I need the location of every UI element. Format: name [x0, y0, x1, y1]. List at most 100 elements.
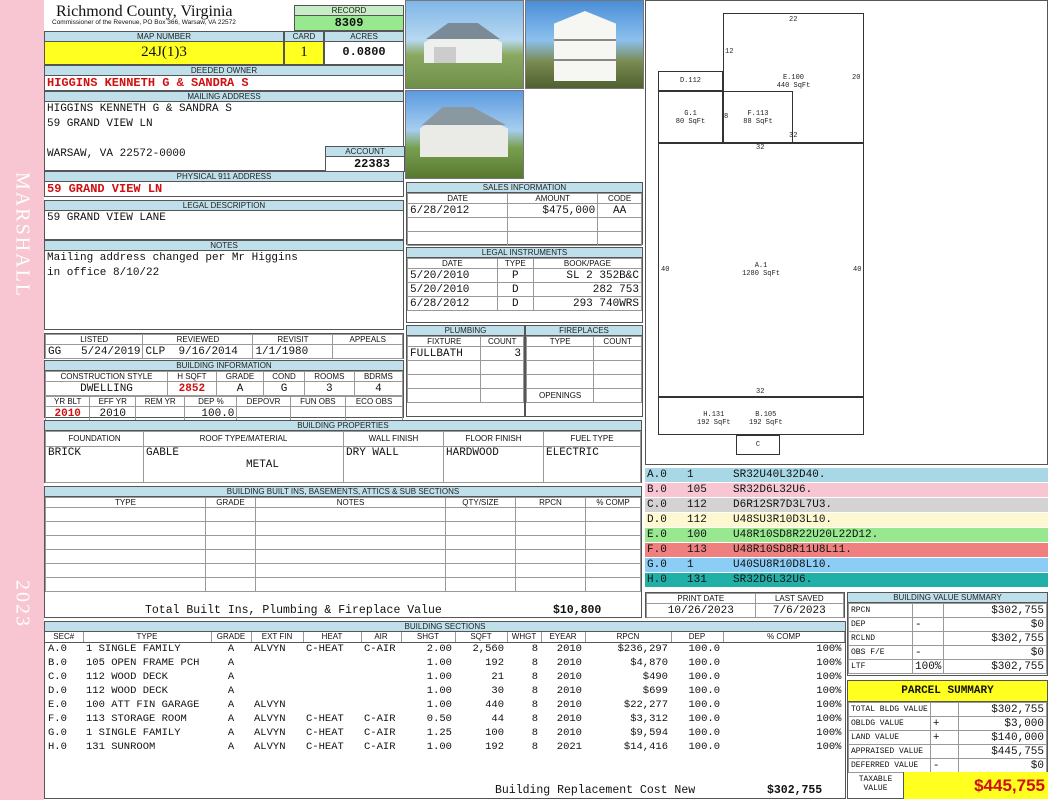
sketch-room-g[interactable]: G.1 80 SqFt	[658, 91, 723, 143]
plumbing-title: PLUMBING	[407, 326, 524, 336]
card-label: CARD	[285, 32, 323, 42]
room-area: 192 SqFt	[697, 419, 731, 427]
segment-row[interactable]: E.0 100 U48R10SD8R22U20L22D12.	[645, 528, 1048, 543]
section-cell: 100.0	[688, 713, 720, 725]
summary-sign: -	[911, 617, 945, 632]
prop-col: FLOOR FINISH	[443, 431, 544, 447]
segment-row[interactable]: H.0 131 SR32D6L32U6.	[645, 573, 1048, 588]
house-photo-1[interactable]	[405, 0, 524, 89]
summary-row: TOTAL BLDG VALUE $302,755	[848, 702, 1048, 717]
section-cell: 2010	[556, 685, 582, 697]
section-cell: 2.00	[426, 643, 452, 656]
building-sketch[interactable]: E.100 440 SqFt D.112 G.1 80 SqFt F.113 88 S…	[645, 0, 1048, 465]
segment-row[interactable]: A.0 1 SR32U40L32D40.	[645, 468, 1048, 483]
segment-row[interactable]: C.0 112 D6R12SR7D3L7U3.	[645, 498, 1048, 513]
segment-id: F.0	[647, 544, 667, 556]
room-label: E.100	[782, 74, 804, 82]
section-cell: 105 OPEN FRAME PCH	[86, 657, 200, 669]
sections-col-3: EXT FIN	[251, 632, 304, 643]
segment-row[interactable]: D.0 112 U48SU3R10D3L10.	[645, 513, 1048, 528]
segment-row[interactable]: B.0 105 SR32D6L32U6.	[645, 483, 1048, 498]
sidebar-year: 2023	[11, 580, 34, 628]
segment-path: U48R10SD8R22U20L22D12.	[733, 529, 879, 541]
section-cell: 44	[491, 713, 504, 725]
foundation: BRICK	[45, 445, 144, 484]
plumbing-table: FIXTURE COUNT FULLBATH 3	[406, 336, 524, 403]
sections-col-11: DEP	[671, 632, 724, 643]
li-type: D	[496, 282, 534, 297]
building-info-table: CONSTRUCTION STYLE H SQFT GRADE COND ROOMS BD…	[45, 371, 404, 396]
building-properties-table: FOUNDATION ROOF TYPE/MATERIAL WALL FINISH F…	[45, 431, 641, 484]
section-cell	[303, 698, 361, 712]
last-saved-label: LAST SAVED	[754, 593, 845, 604]
physical-address-label: PHYSICAL 911 ADDRESS	[45, 172, 403, 182]
section-cell: 1.00	[426, 699, 452, 711]
section-cell: C-HEAT	[306, 741, 344, 753]
county-name: Richmond County, Virginia	[56, 3, 233, 20]
dimension-label: 32	[789, 132, 798, 140]
house-photo-3[interactable]	[405, 90, 524, 179]
room-label: G.1	[684, 110, 697, 118]
summary-row: OBLDG VALUE + $3,000	[848, 716, 1048, 731]
bvs-table: RPCN $302,755 DEP - $0 RCLND $302,755 OBS F/E - $…	[848, 603, 1047, 674]
summary-row: LAND VALUE + $140,000	[848, 730, 1048, 745]
section-cell: 0.50	[426, 713, 452, 725]
parcel-summary: PARCEL SUMMARY TOTAL BLDG VALUE $302,755 O…	[847, 680, 1048, 799]
li-type: D	[496, 296, 534, 311]
summary-sign: +	[929, 730, 959, 745]
section-cell: 1 SINGLE FAMILY	[86, 643, 181, 656]
header-title: Richmond County, Virginia Commissioner o…	[46, 4, 292, 30]
section-cell: $490	[642, 671, 668, 683]
taxable-value: $445,755	[904, 772, 1048, 799]
segment-id: H.0	[647, 574, 667, 586]
summary-row: DEFERRED VALUE - $0	[848, 758, 1048, 773]
summary-row: APPRAISED VALUE $445,755	[848, 744, 1048, 759]
sketch-room-hb[interactable]: H.131 192 SqFt B.105 192 SqFt	[658, 397, 864, 435]
sketch-room-a[interactable]: A.1 1280 SqFt	[658, 143, 864, 397]
section-cell: 8	[531, 727, 538, 739]
summary-row: RPCN $302,755	[848, 603, 1047, 618]
building-properties-title: BUILDING PROPERTIES	[45, 421, 641, 431]
section-cell: F.0	[48, 713, 67, 725]
section-cell: 2010	[556, 727, 582, 739]
table-row: A.0 1 SINGLE FAMILY A ALVYN C-HEAT C-AIR 2.00 2…	[45, 642, 845, 656]
plumbing-col-fixture: FIXTURE	[406, 336, 482, 347]
summary-value: $445,755	[957, 744, 1048, 759]
sales-col-date: DATE	[406, 193, 509, 204]
section-cell	[361, 670, 401, 684]
review-box: LISTED REVIEWED REVISIT APPEALS GG 5/24/201…	[44, 333, 404, 359]
sketch-room-d[interactable]: D.112	[658, 71, 723, 91]
section-cell: 21	[491, 671, 504, 683]
section-cell	[251, 656, 303, 670]
segment-row[interactable]: F.0 113 U48R10SD8R11U8L11.	[645, 543, 1048, 558]
section-cell: 1.00	[426, 657, 452, 669]
table-row: D.0 112 WOOD DECK A 1.00 30 8 2010 $699 100.0 100…	[45, 684, 845, 698]
bi-col: DEP %	[184, 396, 238, 407]
fireplace-col-type: TYPE	[525, 336, 595, 347]
segment-row[interactable]: G.0 1 U40SU8R10D8L10.	[645, 558, 1048, 573]
sections-col-0: SEC#	[45, 632, 84, 643]
building-info-box: BUILDING INFORMATION CONSTRUCTION STYLE H…	[44, 360, 404, 421]
section-cell: C-AIR	[364, 727, 396, 739]
section-cell: 8	[531, 741, 538, 753]
reviewed-by: CLP	[145, 345, 166, 358]
section-cell: $3,312	[630, 713, 668, 725]
economic-obs	[345, 406, 403, 421]
segment-path: U48R10SD8R11U8L11.	[733, 544, 852, 556]
section-cell: A	[227, 643, 235, 656]
section-cell: 131 SUNROOM	[86, 741, 156, 753]
summary-value: $302,755	[943, 603, 1047, 618]
sketch-room-f[interactable]: F.113 88 SqFt	[723, 91, 793, 143]
bi-col: H SQFT	[167, 371, 217, 382]
section-cell: C-HEAT	[306, 713, 344, 725]
summary-value: $0	[943, 645, 1047, 660]
bi-col: YR BLT	[44, 396, 91, 407]
house-photo-2[interactable]	[525, 0, 644, 89]
sketch-room-c[interactable]: C	[736, 435, 780, 455]
section-cell: 100.0	[688, 643, 720, 656]
section-cell: 100.0	[688, 699, 720, 711]
depreciation-pct: 100.0	[184, 406, 238, 421]
bi-col: FUN OBS	[289, 396, 347, 407]
building-sections-title: BUILDING SECTIONS	[45, 622, 845, 632]
section-cell: 1.25	[426, 727, 452, 739]
